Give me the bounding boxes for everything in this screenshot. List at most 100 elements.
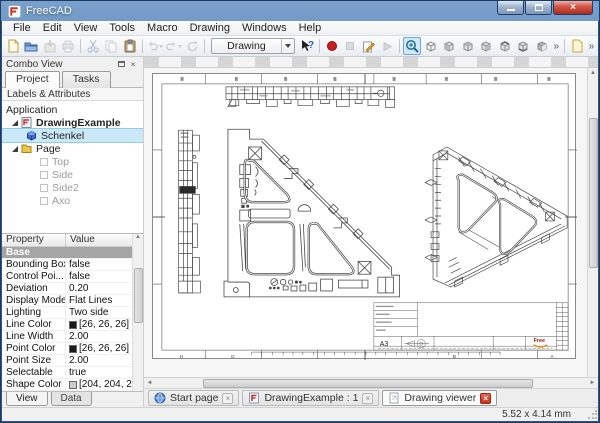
menu-windows[interactable]: Windows — [236, 22, 293, 34]
view-front-button[interactable] — [440, 37, 458, 55]
toolbar-overflow-chevron[interactable]: » — [552, 41, 562, 52]
macro-edit-button[interactable] — [360, 37, 378, 55]
cut-button[interactable] — [84, 37, 102, 55]
refresh-button[interactable] — [184, 37, 202, 55]
tab-tasks[interactable]: Tasks — [62, 71, 111, 88]
svg-text:?: ? — [308, 40, 314, 51]
vertical-scrollbar[interactable]: ▲ — [587, 68, 598, 377]
minimize-button[interactable] — [497, 1, 524, 15]
property-row[interactable]: Line Color [26, 26, 26] — [2, 319, 132, 331]
property-row[interactable]: Bounding Box false — [2, 259, 132, 271]
toolbar-separator — [142, 39, 143, 53]
copy-button[interactable] — [103, 37, 121, 55]
tab-close-icon[interactable]: × — [362, 393, 373, 404]
property-row[interactable]: Point Size 2.00 — [2, 355, 132, 367]
tab-project[interactable]: Project — [5, 71, 60, 88]
right-cube-icon — [479, 39, 493, 53]
view-bottom-button[interactable] — [514, 37, 532, 55]
property-row[interactable]: Display Mode Flat Lines — [2, 295, 132, 307]
tree-item-side-view[interactable]: Side — [2, 168, 143, 181]
dock-close-button[interactable]: × — [127, 59, 139, 70]
property-group-base[interactable]: Base — [2, 247, 132, 259]
property-row[interactable]: Deviation 0.20 — [2, 283, 132, 295]
view-left-button[interactable] — [533, 37, 551, 55]
view-rear-button[interactable] — [496, 37, 514, 55]
toolbar: Drawing ? — [2, 36, 598, 57]
menu-macro[interactable]: Macro — [141, 22, 184, 34]
tab-close-icon[interactable]: × — [222, 393, 233, 404]
macro-record-button[interactable] — [323, 37, 341, 55]
new-document-icon — [6, 39, 20, 53]
menu-edit[interactable]: Edit — [37, 22, 68, 34]
menu-help[interactable]: Help — [293, 22, 328, 34]
float-icon — [118, 61, 125, 67]
workbench-selector[interactable]: Drawing — [211, 38, 295, 54]
undo-button[interactable] — [146, 37, 164, 55]
open-document-button[interactable] — [23, 37, 41, 55]
expander-icon[interactable] — [12, 146, 18, 152]
macro-play-button[interactable] — [379, 37, 397, 55]
scroll-up-icon[interactable]: ▲ — [588, 68, 599, 78]
toolbar-overflow-chevron[interactable]: » — [587, 41, 597, 52]
redo-button[interactable] — [165, 37, 183, 55]
tree-item-schenkel[interactable]: Schenkel — [2, 129, 143, 142]
property-row[interactable]: Control Poi... false — [2, 271, 132, 283]
tab-data[interactable]: Data — [51, 392, 92, 406]
tab-drawing-viewer[interactable]: Drawing viewer × — [382, 390, 497, 406]
menu-tools[interactable]: Tools — [103, 22, 141, 34]
scrollbar-thumb[interactable] — [134, 268, 143, 323]
print-button[interactable] — [60, 37, 78, 55]
tree-item-document[interactable]: DrawingExample — [2, 116, 143, 129]
property-row[interactable]: Shape Color [204, 204, 204] — [2, 379, 132, 391]
view-fit-all-button[interactable] — [403, 37, 421, 55]
tree-item-top-view[interactable]: Top — [2, 155, 143, 168]
print-icon — [61, 39, 75, 53]
tree-item-axo-view[interactable]: Axo — [2, 194, 143, 207]
scale-bar — [252, 352, 500, 355]
value-column-header: Value — [66, 234, 99, 246]
save-button[interactable] — [41, 37, 59, 55]
titlebar[interactable]: FreeCAD × — [1, 1, 599, 21]
horizontal-scrollbar[interactable]: ◄ ► — [144, 377, 598, 388]
tree-item-page[interactable]: Page — [2, 142, 143, 155]
property-row[interactable]: Line Width 2.00 — [2, 331, 132, 343]
bottom-cube-icon — [516, 39, 530, 53]
scrollbar-thumb[interactable] — [203, 379, 533, 388]
mdi-area: H G B A — [144, 57, 598, 407]
scroll-right-icon[interactable]: ► — [587, 378, 598, 388]
menu-view[interactable]: View — [68, 22, 104, 34]
menu-drawing[interactable]: Drawing — [184, 22, 236, 34]
property-scrollbar[interactable]: ▲ — [132, 234, 143, 391]
menu-file[interactable]: File — [7, 22, 37, 34]
expander-icon[interactable] — [12, 120, 18, 126]
tab-view[interactable]: View — [6, 392, 48, 406]
tree-item-application[interactable]: Application — [2, 103, 143, 116]
tab-drawing-example[interactable]: DrawingExample : 1 × — [242, 390, 379, 406]
insert-page-button[interactable] — [568, 37, 586, 55]
scroll-left-icon[interactable]: ◄ — [144, 378, 155, 388]
dock-float-button[interactable] — [115, 59, 127, 70]
new-document-button[interactable] — [4, 37, 22, 55]
paste-button[interactable] — [121, 37, 139, 55]
property-row[interactable]: Lighting Two side — [2, 307, 132, 319]
save-icon — [43, 39, 57, 53]
tab-close-icon[interactable]: × — [480, 393, 491, 404]
close-button[interactable]: × — [553, 1, 593, 15]
scrollbar-thumb[interactable] — [589, 118, 598, 268]
tab-start-page[interactable]: Start page × — [148, 390, 239, 406]
whats-this-button[interactable]: ? — [299, 37, 317, 55]
macro-stop-button[interactable] — [342, 37, 360, 55]
view-axonometric-button[interactable] — [422, 37, 440, 55]
maximize-button[interactable] — [525, 1, 552, 15]
freecad-window: FreeCAD × File Edit View Tools Macro Dra… — [0, 0, 600, 423]
scroll-up-icon[interactable]: ▲ — [135, 234, 141, 240]
view-top-button[interactable] — [459, 37, 477, 55]
property-row[interactable]: Selectable true — [2, 367, 132, 379]
color-swatch — [69, 381, 77, 389]
resize-grip[interactable] — [587, 410, 597, 420]
drawing-viewport[interactable]: H G B A — [144, 68, 587, 377]
view-right-button[interactable] — [477, 37, 495, 55]
tree-item-side2-view[interactable]: Side2 — [2, 181, 143, 194]
drawing-sheet: H G B A — [152, 73, 576, 359]
property-row[interactable]: Point Color [26, 26, 26] — [2, 343, 132, 355]
